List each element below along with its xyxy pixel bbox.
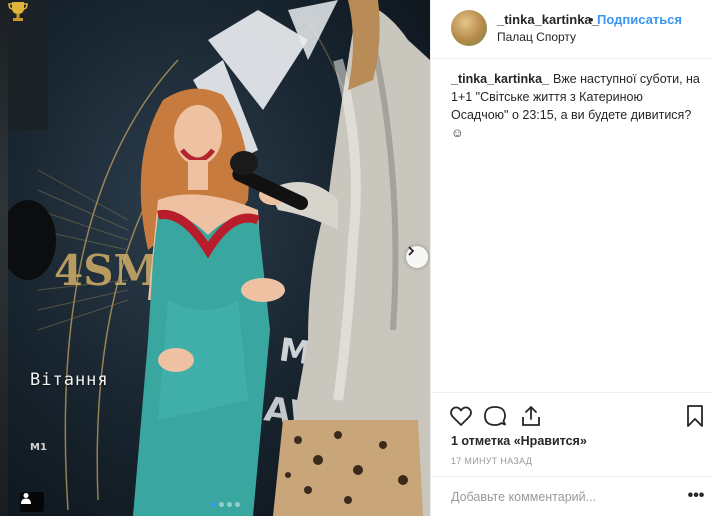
comment-input[interactable] [451, 486, 671, 508]
more-options-button[interactable]: ••• [686, 487, 706, 504]
carousel-next-button[interactable] [406, 246, 428, 268]
post-header: _tinka_kartinka_ • Подписаться Палац Спо… [431, 0, 713, 59]
photo-scene: 4SM MUSIC AWARDS M1 [8, 0, 430, 516]
header-separator: • [589, 12, 594, 27]
post-timestamp: 17 МИНУТ НАЗАД [451, 456, 533, 466]
post-caption: _tinka_kartinka_ Вже наступної суботи, на… [451, 70, 701, 142]
backdrop-text-4sm: 4SM [54, 246, 160, 295]
likes-count[interactable]: 1 отметка «Нравится» [451, 434, 587, 448]
avatar[interactable] [451, 10, 487, 46]
bookmark-icon[interactable] [683, 404, 707, 428]
heart-icon[interactable] [449, 404, 473, 428]
follow-button[interactable]: Подписаться [597, 12, 682, 27]
more-dots-icon: ••• [687, 487, 705, 504]
carousel-indicator [211, 502, 240, 507]
divider [431, 476, 713, 477]
comment-bubble-icon[interactable] [483, 404, 507, 428]
caption-username[interactable]: _tinka_kartinka_ [451, 72, 549, 86]
left-edge-strip [0, 0, 8, 516]
svg-text:M1: M1 [30, 442, 47, 453]
share-upload-icon[interactable] [519, 404, 543, 428]
divider [431, 392, 713, 393]
location-link[interactable]: Палац Спорту [497, 30, 576, 44]
user-tag-icon [21, 493, 31, 504]
header-username[interactable]: _tinka_kartinka_ [497, 12, 599, 27]
carousel-dot [227, 502, 232, 507]
tagged-users-button[interactable] [20, 492, 44, 512]
post-photo[interactable]: 4SM MUSIC AWARDS M1 [8, 0, 430, 516]
story-overlay-text: Вітання [30, 370, 109, 390]
carousel-dot [211, 502, 216, 507]
post-side-panel: _tinka_kartinka_ • Подписаться Палац Спо… [430, 0, 713, 516]
carousel-dot [219, 502, 224, 507]
carousel-dot [235, 502, 240, 507]
trophy-icon [8, 2, 28, 21]
chevron-right-icon [408, 246, 415, 256]
